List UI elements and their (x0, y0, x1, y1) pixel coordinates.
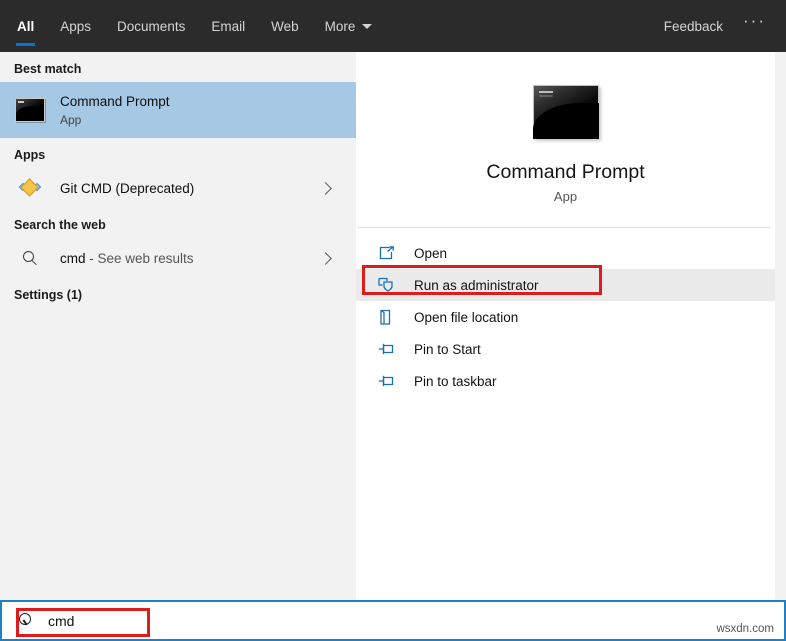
action-pin-to-taskbar[interactable]: Pin to taskbar (356, 365, 775, 397)
section-apps: Apps (14, 148, 46, 162)
header-actions: Feedback ··· (652, 0, 786, 52)
tab-email[interactable]: Email (198, 0, 258, 52)
action-pin-to-start[interactable]: Pin to Start (356, 333, 775, 365)
pin-icon (378, 374, 400, 388)
action-label: Open (414, 245, 448, 261)
tab-all-label: All (17, 18, 35, 34)
app-actions-list: Open Run as administrator Open file loca… (356, 228, 775, 397)
windows-search-panel: All Apps Documents Email Web More Feedba… (0, 0, 786, 641)
tab-all[interactable]: All (4, 0, 47, 52)
command-prompt-icon (14, 98, 46, 122)
search-box[interactable]: cmd wsxdn.com (0, 600, 786, 641)
tab-apps-label: Apps (60, 18, 92, 34)
web-suffix: - See web results (85, 250, 194, 266)
annotation-rectangle-search (16, 608, 150, 637)
feedback-button[interactable]: Feedback (652, 19, 735, 34)
tab-more[interactable]: More (312, 0, 386, 52)
result-text: Git CMD (Deprecated) (60, 180, 194, 197)
git-cmd-icon (14, 178, 46, 197)
tab-web-label: Web (271, 18, 299, 34)
tab-email-label: Email (211, 18, 246, 34)
result-title: cmd - See web results (60, 250, 194, 267)
action-label: Run as administrator (414, 277, 539, 293)
chevron-down-icon (362, 23, 373, 29)
search-header: All Apps Documents Email Web More Feedba… (0, 0, 786, 52)
web-query: cmd (60, 250, 86, 266)
pin-icon (378, 342, 400, 356)
action-label: Open file location (414, 309, 519, 325)
results-list: Best match Command Prompt App Apps Git C… (0, 52, 356, 600)
app-detail-header: Command Prompt App (356, 52, 775, 204)
result-text: Command Prompt App (60, 93, 170, 128)
result-text: cmd - See web results (60, 250, 194, 267)
more-options-icon[interactable]: ··· (735, 12, 774, 36)
action-label: Pin to Start (414, 341, 481, 357)
search-icon (18, 612, 34, 629)
app-detail-pane: Command Prompt App Open Run as administr… (356, 52, 775, 600)
tab-more-label: More (324, 18, 356, 34)
section-search-the-web: Search the web (14, 218, 106, 232)
page-title: Command Prompt (486, 161, 645, 183)
tab-documents-label: Documents (117, 18, 186, 34)
shield-icon (378, 277, 400, 293)
tab-web[interactable]: Web (258, 0, 312, 52)
watermark: wsxdn.com (716, 623, 774, 635)
open-external-icon (378, 245, 400, 261)
section-best-match: Best match (14, 62, 82, 76)
tab-documents[interactable]: Documents (104, 0, 198, 52)
result-title: Git CMD (Deprecated) (60, 180, 195, 196)
search-icon (14, 250, 46, 266)
search-input[interactable]: cmd (48, 613, 74, 629)
result-web-search[interactable]: cmd - See web results (0, 238, 356, 278)
chevron-right-icon[interactable] (319, 182, 332, 195)
scrollbar-gutter[interactable] (775, 52, 786, 600)
action-label: Pin to taskbar (414, 373, 497, 389)
action-run-as-administrator[interactable]: Run as administrator (356, 265, 775, 301)
app-type-label: App (553, 189, 578, 204)
result-command-prompt[interactable]: Command Prompt App (0, 82, 356, 138)
folder-icon (378, 309, 400, 326)
result-subtitle: App (60, 112, 82, 127)
action-open-file-location[interactable]: Open file location (356, 301, 775, 333)
result-title: Command Prompt (60, 93, 170, 109)
section-settings: Settings (1) (14, 288, 83, 302)
filter-tabs: All Apps Documents Email Web More (4, 0, 385, 52)
chevron-right-icon[interactable] (319, 252, 332, 265)
result-git-cmd[interactable]: Git CMD (Deprecated) (0, 168, 356, 208)
tab-apps[interactable]: Apps (47, 0, 104, 52)
action-open[interactable]: Open (356, 237, 775, 269)
command-prompt-icon (532, 85, 599, 139)
